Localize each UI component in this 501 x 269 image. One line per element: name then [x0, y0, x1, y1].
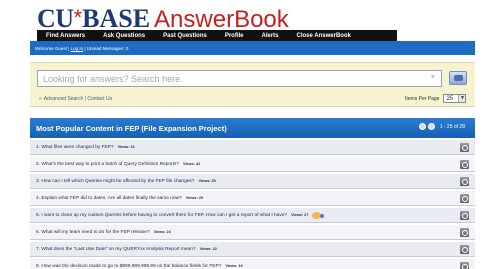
- list-item[interactable]: 4. Explain what FEP did to dates. Are al…: [30, 191, 475, 206]
- discussion-badge-icon: [312, 211, 325, 219]
- logo-star: *: [73, 5, 83, 30]
- view-answer-icon[interactable]: [460, 245, 469, 254]
- question-text[interactable]: 8. How was the decision made to go to $9…: [36, 264, 221, 269]
- question-text[interactable]: 5. I want to clean up my custom Queries …: [36, 213, 287, 218]
- view-answer-icon[interactable]: [460, 143, 469, 152]
- double-chevron-icon: »: [39, 96, 42, 102]
- search-panel: × »Advanced Search | Contact Us Items Pe…: [30, 62, 475, 107]
- question-text[interactable]: 2. What's the best way to print a batch …: [36, 162, 179, 167]
- view-answer-icon[interactable]: [460, 160, 469, 169]
- view-answer-icon[interactable]: [460, 228, 469, 237]
- nav-ask-questions[interactable]: Ask Questions: [94, 33, 154, 39]
- advanced-search-link[interactable]: Advanced Search: [44, 96, 83, 102]
- view-count: Views: 42: [183, 162, 201, 166]
- question-text[interactable]: 6. What will my team need to do for the …: [36, 230, 150, 235]
- question-text[interactable]: 7. What does the "Last Use Date" on my Q…: [36, 247, 196, 252]
- login-link[interactable]: Log In: [71, 46, 84, 51]
- items-per-page-value: 25: [446, 95, 454, 102]
- nav-close-answerbook[interactable]: Close AnswerBook: [288, 33, 360, 39]
- logo-cu-text: CU: [37, 4, 74, 33]
- view-count: Views: 27: [291, 213, 309, 217]
- welcome-bar: Welcome Guest | Log In | Unread Messages…: [30, 41, 475, 55]
- items-per-page-label: Items Per Page: [405, 95, 440, 102]
- question-text[interactable]: 4. Explain what FEP did to dates. Are al…: [36, 196, 182, 201]
- nav-profile[interactable]: Profile: [216, 33, 253, 39]
- view-count: Views: 24: [153, 230, 171, 234]
- main-nav: Find Answers Ask Questions Past Question…: [37, 30, 397, 41]
- view-count: Views: 22: [199, 247, 217, 251]
- nav-alerts[interactable]: Alerts: [253, 33, 288, 39]
- unread-messages: | Unread Messages: 0: [83, 45, 129, 51]
- list-item[interactable]: 3. How can I tell which Queries might be…: [30, 174, 475, 189]
- logo-product-text: AnswerBook: [154, 6, 289, 33]
- search-go-button[interactable]: [449, 71, 467, 85]
- popular-content-list: 1. What files were changed by FEP? Views…: [30, 140, 475, 269]
- view-answer-icon[interactable]: [460, 211, 469, 220]
- question-text[interactable]: 1. What files were changed by FEP?: [36, 145, 114, 150]
- welcome-text: Welcome Guest | Log In | Unread Messages…: [35, 46, 128, 51]
- pager: 1 - 25 of 28: [417, 123, 465, 130]
- items-per-page-select[interactable]: 25 ▼: [443, 94, 467, 103]
- search-input[interactable]: [43, 73, 423, 84]
- view-count: Views: 29: [185, 196, 204, 200]
- contact-us-link[interactable]: Contact Us: [87, 96, 112, 102]
- view-answer-icon[interactable]: [460, 194, 469, 203]
- view-answer-icon[interactable]: [460, 177, 469, 186]
- welcome-prefix: Welcome Guest |: [35, 45, 71, 51]
- view-count: Views: 19: [225, 264, 243, 268]
- view-answer-icon[interactable]: [460, 262, 469, 269]
- nav-past-questions[interactable]: Past Questions: [154, 33, 216, 39]
- search-box: ×: [37, 70, 442, 87]
- popular-content-title: Most Popular Content in FEP (File Expans…: [36, 123, 227, 133]
- cubase-answerbook-logo: CU*BASE AnswerBook: [37, 4, 289, 33]
- chevron-down-icon: ▼: [458, 95, 466, 102]
- list-item[interactable]: 1. What files were changed by FEP? Views…: [30, 140, 475, 155]
- view-count: Views: 61: [117, 145, 135, 149]
- pager-range: 1 - 25 of 28: [439, 123, 465, 130]
- items-per-page: Items Per Page 25 ▼: [405, 94, 467, 103]
- previous-page-icon[interactable]: [418, 123, 426, 130]
- question-text[interactable]: 3. How can I tell which Queries might be…: [36, 179, 194, 184]
- list-item[interactable]: 8. How was the decision made to go to $9…: [30, 259, 475, 269]
- list-item[interactable]: 7. What does the "Last Use Date" on my Q…: [30, 242, 475, 257]
- list-item[interactable]: 2. What's the best way to print a batch …: [30, 157, 475, 172]
- clear-search-icon[interactable]: ×: [431, 74, 435, 81]
- list-item[interactable]: 5. I want to clean up my custom Queries …: [30, 208, 475, 223]
- next-page-icon[interactable]: [427, 123, 435, 130]
- search-links: » Advanced Search | Contact Us: [39, 96, 112, 102]
- popular-content-header: Most Popular Content in FEP (File Expans…: [30, 118, 475, 138]
- view-count: Views: 35: [198, 179, 216, 183]
- list-item[interactable]: 6. What will my team need to do for the …: [30, 225, 475, 240]
- nav-find-answers[interactable]: Find Answers: [37, 33, 94, 39]
- logo-base-text: BASE: [82, 4, 151, 33]
